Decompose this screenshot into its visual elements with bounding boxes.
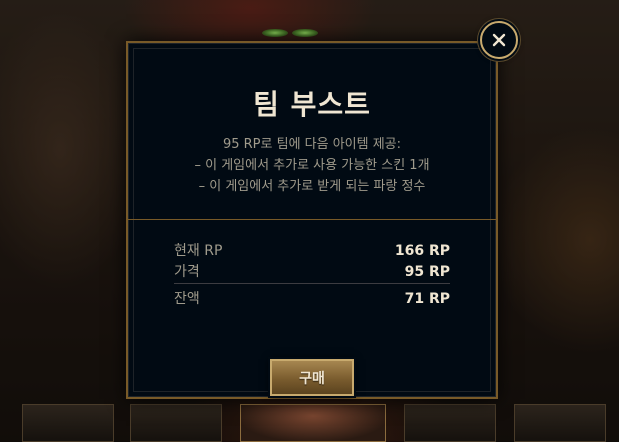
- description-line: – 이 게임에서 추가로 받게 되는 파랑 정수: [198, 179, 426, 194]
- price-divider: [174, 283, 450, 284]
- description-line: – 이 게임에서 추가로 사용 가능한 스킨 1개: [194, 158, 430, 173]
- close-icon: [492, 33, 506, 47]
- price-row-cost: 가격 95 RP: [174, 262, 450, 283]
- cost-value: 95 RP: [404, 264, 450, 280]
- cost-label: 가격: [174, 264, 200, 280]
- skin-thumbnail-strip: [0, 404, 619, 442]
- skin-thumbnail[interactable]: [514, 404, 606, 442]
- description-line: 95 RP로 팀에 다음 아이템 제공:: [222, 137, 402, 152]
- price-summary: 현재 RP 166 RP 가격 95 RP 잔액 71 RP: [174, 241, 450, 310]
- price-row-balance: 잔액 71 RP: [174, 289, 450, 310]
- dialog-title: 팀 부스트: [253, 88, 371, 121]
- current-rp-label: 현재 RP: [174, 243, 223, 259]
- balance-label: 잔액: [174, 291, 200, 307]
- skin-thumbnail[interactable]: [22, 404, 114, 442]
- team-boost-dialog: 팀 부스트 95 RP로 팀에 다음 아이템 제공: – 이 게임에서 추가로 …: [126, 41, 498, 399]
- price-row-current-rp: 현재 RP 166 RP: [174, 241, 450, 262]
- balance-value: 71 RP: [404, 291, 450, 307]
- dialog-description: 95 RP로 팀에 다음 아이템 제공: – 이 게임에서 추가로 사용 가능한…: [128, 134, 496, 197]
- skin-thumbnail[interactable]: [130, 404, 222, 442]
- section-divider: [128, 219, 496, 220]
- buy-button[interactable]: 구매: [270, 359, 354, 396]
- close-button[interactable]: [480, 21, 518, 59]
- champion-eye-right: [292, 29, 318, 37]
- skin-thumbnail-selected[interactable]: [240, 404, 386, 442]
- skin-thumbnail[interactable]: [404, 404, 496, 442]
- champion-eye-left: [262, 29, 288, 37]
- current-rp-value: 166 RP: [394, 243, 450, 259]
